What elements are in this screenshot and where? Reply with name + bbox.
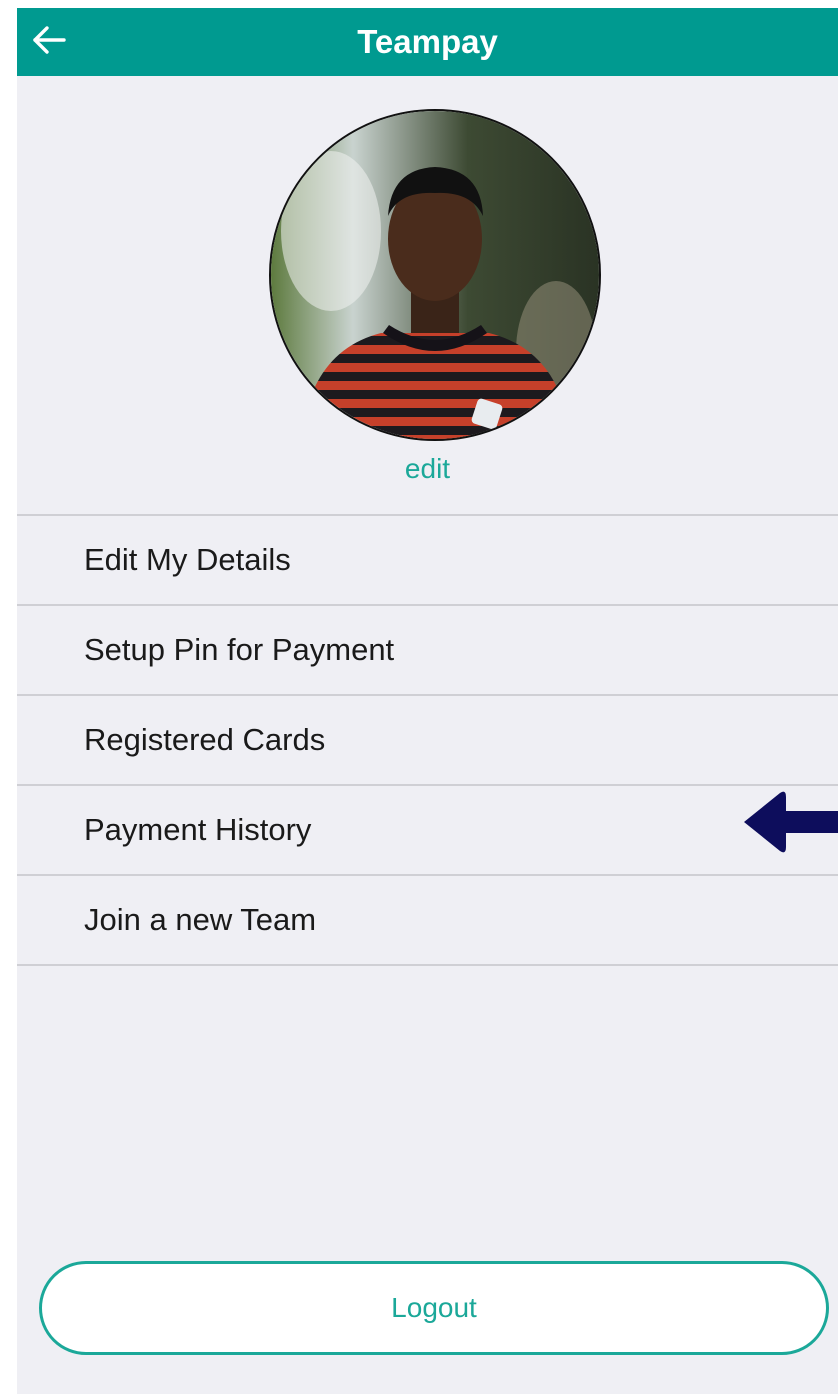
logout-label: Logout [391, 1292, 477, 1323]
menu-item-label: Edit My Details [84, 542, 291, 577]
menu-item-label: Registered Cards [84, 722, 326, 757]
menu-item-registered-cards[interactable]: Registered Cards [17, 694, 838, 784]
menu-item-edit-details[interactable]: Edit My Details [17, 514, 838, 604]
annotation-arrow-icon [740, 789, 838, 855]
menu-item-label: Payment History [84, 812, 312, 847]
menu-item-setup-pin[interactable]: Setup Pin for Payment [17, 604, 838, 694]
edit-photo-link[interactable]: edit [17, 453, 838, 485]
navbar: Teampay [17, 8, 838, 76]
page-title: Teampay [357, 23, 498, 60]
menu-item-join-team[interactable]: Join a new Team [17, 874, 838, 966]
logout-button[interactable]: Logout [39, 1261, 829, 1355]
menu-item-label: Setup Pin for Payment [84, 632, 395, 667]
menu-item-label: Join a new Team [84, 902, 317, 937]
avatar[interactable] [269, 109, 601, 441]
screen: Teampay edit Edit My Details Setup Pin f… [17, 8, 838, 1394]
settings-menu: Edit My Details Setup Pin for Payment Re… [17, 514, 838, 966]
menu-item-payment-history[interactable]: Payment History [17, 784, 838, 874]
